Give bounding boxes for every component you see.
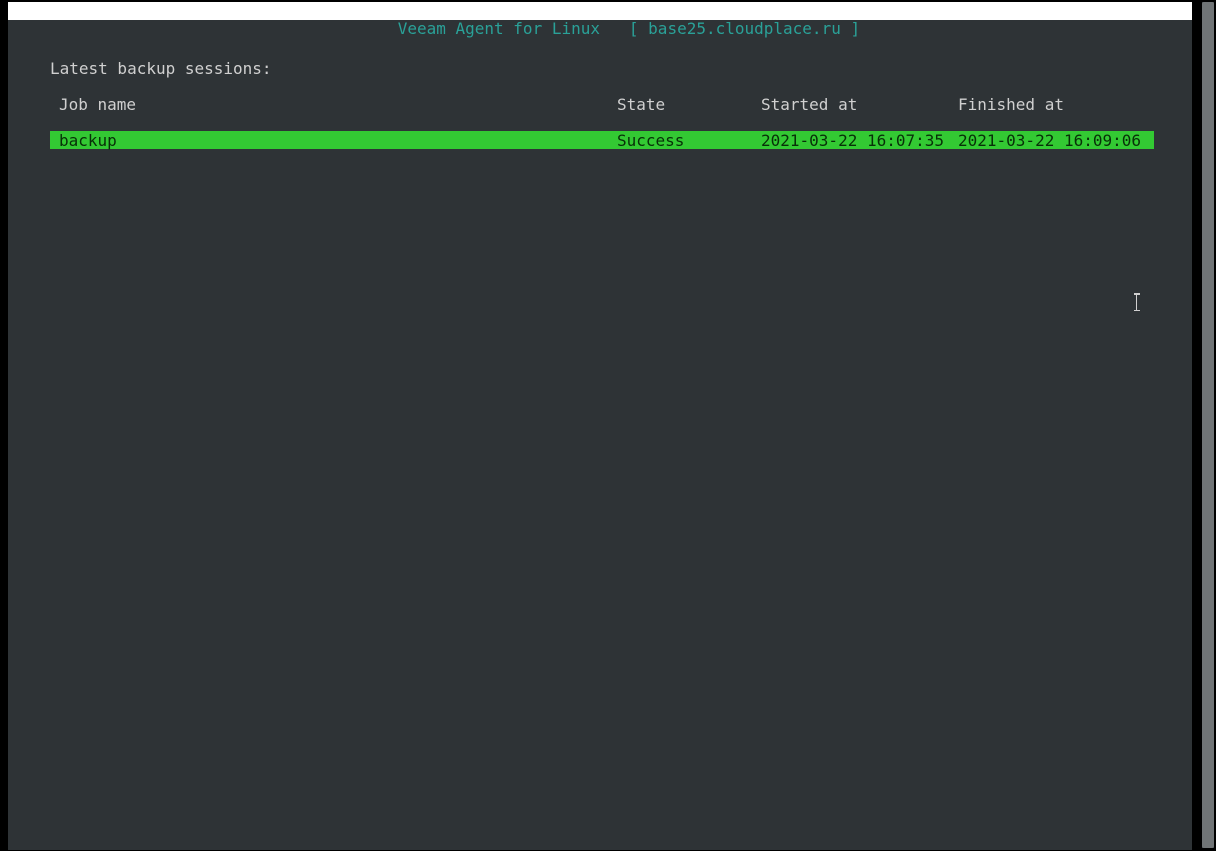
scrollbar-thumb[interactable]: [1202, 2, 1214, 848]
cell-state: Success: [617, 131, 684, 150]
host-label: [ base25.cloudplace.ru ]: [629, 19, 860, 38]
table-row[interactable]: backup Success 2021-03-22 16:07:35 2021-…: [50, 131, 1154, 149]
footer-item-recover[interactable]: R Recover Files: [548, 832, 762, 851]
table-header-row: Job name State Started at Finished at: [59, 95, 1172, 113]
title-bar: Veeam Agent for Linux [ base25.cloudplac…: [8, 2, 1192, 20]
cell-job: backup: [59, 131, 117, 150]
column-header-job: Job name: [59, 95, 136, 114]
footer-item-misc[interactable]: M Misc: [828, 832, 956, 851]
viewport: Veeam Agent for Linux [ base25.cloudplac…: [0, 0, 1216, 851]
footer-item-configure[interactable]: C Configure: [310, 832, 486, 851]
cell-started: 2021-03-22 16:07:35: [761, 131, 944, 150]
footer-item-quit[interactable]: Esc Quit: [1030, 832, 1158, 851]
cell-finished: 2021-03-22 16:09:06: [958, 131, 1141, 150]
section-title: Latest backup sessions:: [50, 59, 272, 78]
app-name: Veeam Agent for Linux: [398, 19, 600, 38]
footer-item-show[interactable]: Enter Show: [76, 832, 205, 851]
column-header-state: State: [617, 95, 665, 114]
footer-bar: Enter Show C Configure R Recover Files M…: [8, 832, 1192, 850]
column-header-started: Started at: [761, 95, 857, 114]
terminal-window: Veeam Agent for Linux [ base25.cloudplac…: [8, 2, 1192, 850]
text-cursor-icon: [1136, 294, 1145, 312]
column-header-finished: Finished at: [958, 95, 1064, 114]
